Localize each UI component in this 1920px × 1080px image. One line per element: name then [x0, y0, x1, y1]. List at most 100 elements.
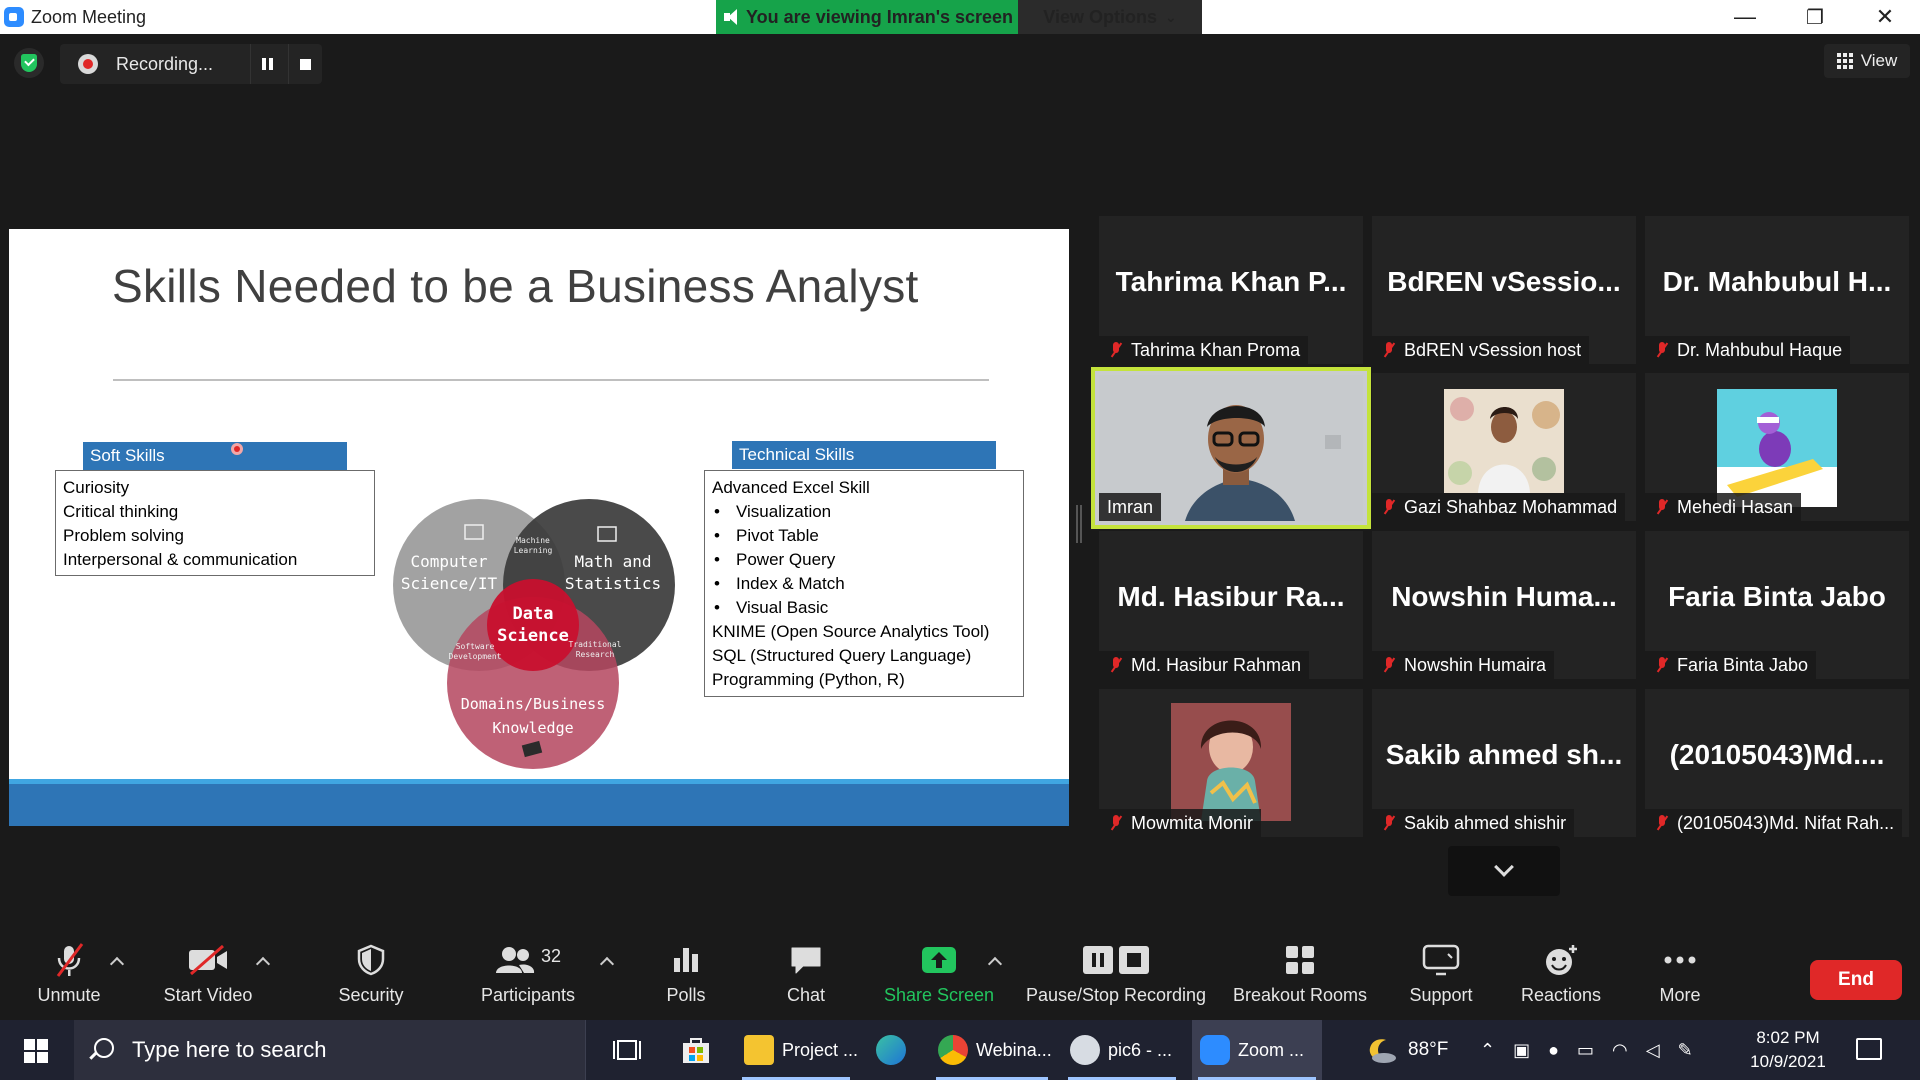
stop-recording-button[interactable] — [288, 44, 322, 84]
soft-skill-item: Interpersonal & communication — [63, 550, 298, 569]
venn-math-line2: Statistics — [565, 574, 661, 593]
pen-icon[interactable]: ✎ — [1678, 1040, 1693, 1061]
weather-temperature: 88°F — [1408, 1039, 1449, 1060]
participant-tile[interactable]: BdREN vSessio... BdREN vSession host — [1372, 216, 1636, 364]
battery-icon[interactable]: ▭ — [1577, 1040, 1594, 1061]
participant-tile[interactable]: (20105043)Md.... (20105043)Md. Nifat Rah… — [1645, 689, 1909, 837]
start-video-button[interactable]: Start Video — [154, 935, 262, 1015]
restore-button[interactable]: ❐ — [1780, 0, 1850, 34]
view-button[interactable]: View — [1824, 44, 1910, 78]
more-button[interactable]: More — [1640, 935, 1720, 1015]
participant-tile[interactable]: Mehedi Hasan — [1645, 373, 1909, 521]
muted-mic-icon — [1380, 656, 1398, 674]
share-screen-label: Share Screen — [883, 985, 995, 1005]
unmute-button[interactable]: Unmute — [22, 935, 116, 1015]
participant-tile[interactable]: Sakib ahmed sh... Sakib ahmed shishir — [1372, 689, 1636, 837]
taskbar-app-project[interactable]: Project ... — [736, 1020, 858, 1080]
participant-tile-name: Faria Binta Jabo — [1668, 581, 1886, 612]
recording-bar: Recording... — [60, 44, 322, 84]
profile-photo — [1717, 389, 1837, 507]
technical-skill-item: Power Query — [712, 548, 1016, 572]
participant-tile[interactable]: Md. Hasibur Ra... Md. Hasibur Rahman — [1099, 531, 1363, 679]
taskbar-app-webinar[interactable]: Webina... — [930, 1020, 1054, 1080]
task-view-button[interactable] — [604, 1020, 650, 1080]
support-button[interactable]: Support — [1396, 935, 1486, 1015]
pause-recording-button[interactable] — [250, 44, 284, 84]
microphone-icon[interactable]: ● — [1548, 1040, 1559, 1061]
participants-options-caret[interactable] — [599, 956, 615, 972]
wifi-icon[interactable]: ◠ — [1612, 1040, 1628, 1061]
task-view-icon — [613, 1040, 641, 1060]
support-label: Support — [1409, 985, 1473, 1005]
windows-start-icon[interactable] — [24, 1039, 48, 1063]
minimize-button[interactable]: — — [1710, 0, 1780, 34]
store-taskbar-button[interactable] — [672, 1020, 720, 1080]
more-icon — [1664, 956, 1696, 964]
participant-tile[interactable]: Mowmita Monir — [1099, 689, 1363, 837]
participants-button[interactable]: 32 Participants — [470, 935, 586, 1015]
volume-icon[interactable]: ◁ — [1646, 1040, 1660, 1061]
participant-label: Dr. Mahbubul Haque — [1645, 336, 1851, 364]
active-speaker-tile[interactable]: Imran — [1091, 367, 1371, 529]
taskbar-search-box[interactable]: Type here to search — [74, 1020, 586, 1080]
muted-mic-icon — [1653, 498, 1671, 516]
participant-label: Faria Binta Jabo — [1645, 651, 1817, 679]
reactions-button[interactable]: Reactions — [1514, 935, 1608, 1015]
moon-icon — [1369, 1039, 1396, 1063]
view-options-button[interactable]: View Options ⌄ — [1018, 0, 1202, 34]
polls-button[interactable]: Polls — [646, 935, 726, 1015]
gallery-next-page-button[interactable] — [1448, 846, 1560, 896]
participant-tile[interactable]: Nowshin Huma... Nowshin Humaira — [1372, 531, 1636, 679]
meet-now-icon[interactable]: ▣ — [1513, 1040, 1530, 1061]
reactions-icon — [1546, 945, 1577, 975]
close-button[interactable]: ✕ — [1850, 0, 1920, 34]
participants-label: Participants — [480, 985, 576, 1005]
participants-count: 32 — [540, 945, 562, 966]
shield-icon — [357, 944, 385, 976]
muted-mic-icon — [1107, 341, 1125, 359]
edge-taskbar-button[interactable] — [868, 1020, 914, 1080]
breakout-rooms-button[interactable]: Breakout Rooms — [1228, 935, 1372, 1015]
more-label: More — [1659, 985, 1701, 1005]
chevron-up-icon[interactable]: ⌃ — [1480, 1040, 1495, 1061]
weather-widget[interactable]: 88°F — [1366, 1020, 1448, 1080]
breakout-rooms-icon — [1286, 946, 1314, 974]
participant-label: Gazi Shahbaz Mohammad — [1372, 493, 1626, 521]
technical-skill-item: Index & Match — [712, 572, 1016, 596]
view-button-label: View — [1860, 51, 1898, 70]
muted-mic-icon — [1107, 656, 1125, 674]
share-screen-icon — [922, 947, 956, 973]
taskbar-search-placeholder: Type here to search — [132, 1037, 327, 1062]
participant-tile[interactable]: Gazi Shahbaz Mohammad — [1372, 373, 1636, 521]
security-button[interactable]: Security — [326, 935, 416, 1015]
participant-tile[interactable]: Tahrima Khan P... Tahrima Khan Proma — [1099, 216, 1363, 364]
viewing-screen-banner: You are viewing Imran's screen — [716, 0, 1018, 34]
panel-splitter-handle[interactable] — [1076, 505, 1082, 543]
notification-center-icon[interactable] — [1856, 1038, 1882, 1060]
taskbar-app-paint[interactable]: pic6 - ... — [1062, 1020, 1182, 1080]
participant-label: Nowshin Humaira — [1372, 651, 1555, 679]
technical-skill-item: Visualization — [712, 500, 1016, 524]
taskbar-app-zoom[interactable]: Zoom ... — [1192, 1020, 1322, 1080]
venn-sd-line2: Development — [449, 652, 502, 661]
participant-tile[interactable]: Dr. Mahbubul H... Dr. Mahbubul Haque — [1645, 216, 1909, 364]
polls-icon — [674, 948, 698, 972]
encryption-shield-icon[interactable] — [14, 48, 44, 78]
search-icon — [94, 1038, 114, 1058]
participants-icon — [495, 947, 535, 973]
participant-tile[interactable]: Faria Binta Jabo Faria Binta Jabo — [1645, 531, 1909, 679]
title-bar: Zoom Meeting You are viewing Imran's scr… — [0, 0, 1920, 34]
muted-mic-icon — [56, 943, 84, 977]
end-meeting-button[interactable]: End — [1810, 960, 1902, 1000]
taskbar-clock[interactable]: 8:02 PM 10/9/2021 — [1716, 1026, 1860, 1074]
chat-button[interactable]: Chat — [766, 935, 846, 1015]
participant-tile-name: Nowshin Huma... — [1391, 581, 1617, 612]
pause-stop-recording-button[interactable]: Pause/Stop Recording — [1022, 935, 1210, 1015]
venn-domain-line1: Domains/Business — [461, 695, 606, 713]
share-screen-button[interactable]: Share Screen — [882, 935, 996, 1015]
technical-skill-item: Pivot Table — [712, 524, 1016, 548]
unmute-label: Unmute — [37, 985, 101, 1005]
security-label: Security — [338, 985, 404, 1005]
window-title: Zoom Meeting — [31, 7, 147, 27]
slide-footer-bar — [9, 784, 1069, 826]
